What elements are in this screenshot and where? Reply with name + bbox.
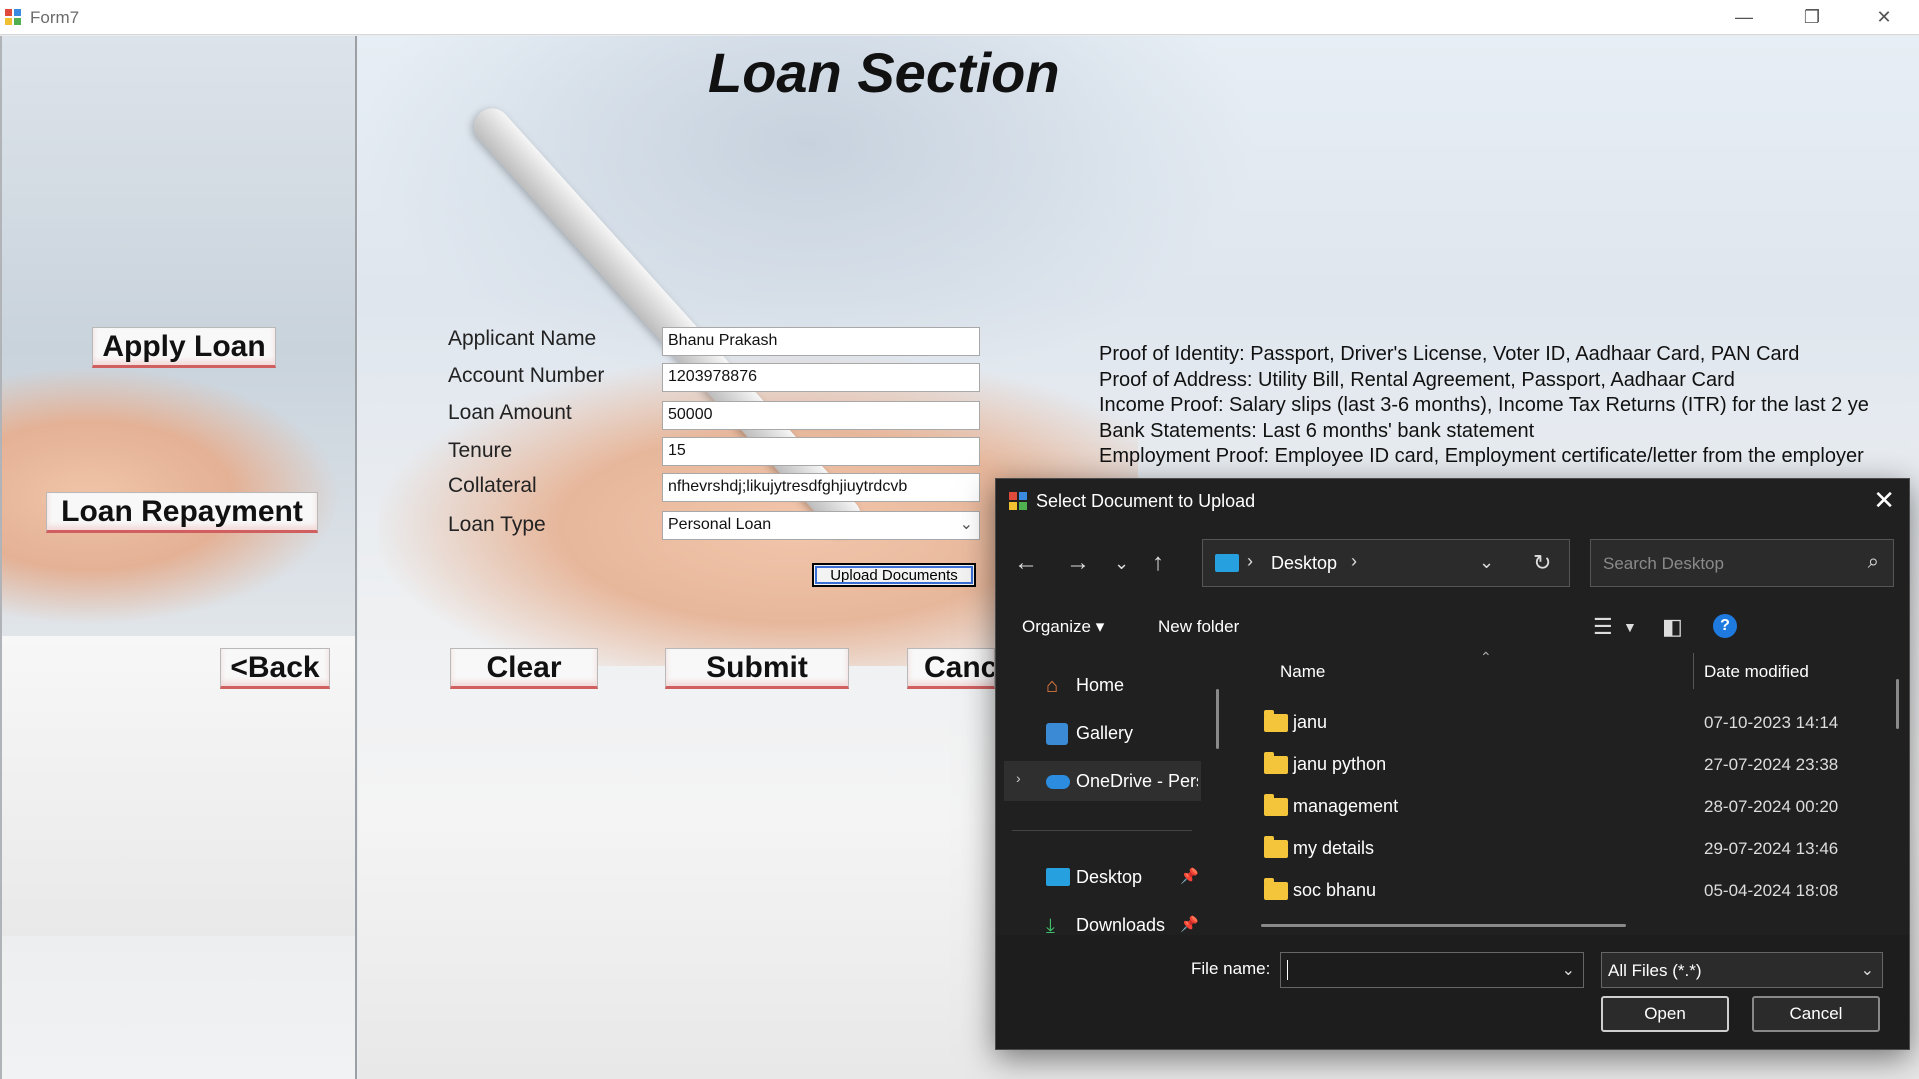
account-number-label: Account Number xyxy=(448,364,605,387)
cancel-button[interactable]: Canc xyxy=(907,648,995,689)
preview-pane-icon[interactable]: ◧ xyxy=(1662,614,1683,640)
vertical-scrollbar[interactable] xyxy=(1896,679,1899,729)
loan-amount-field[interactable]: 50000 xyxy=(662,401,980,430)
loan-repayment-button[interactable]: Loan Repayment xyxy=(46,492,318,533)
folder-icon xyxy=(1264,836,1288,858)
collateral-label: Collateral xyxy=(448,474,537,497)
file-open-dialog: Select Document to Upload ✕ ← → ⌄ ↑ › De… xyxy=(995,478,1910,1050)
file-date: 05-04-2024 18:08 xyxy=(1704,881,1839,900)
dialog-title: Select Document to Upload xyxy=(1036,491,1256,511)
folder-icon xyxy=(1264,878,1288,900)
chevron-right-icon: › xyxy=(1247,551,1253,571)
loan-type-select[interactable]: Personal Loan ⌄ xyxy=(662,511,980,540)
applicant-name-field[interactable]: Bhanu Prakash xyxy=(662,327,980,356)
file-name-input[interactable]: ⌄ xyxy=(1280,952,1584,988)
file-date: 28-07-2024 00:20 xyxy=(1704,797,1839,816)
loan-amount-label: Loan Amount xyxy=(448,401,572,424)
chevron-down-icon[interactable]: ⌄ xyxy=(1562,960,1575,980)
loan-type-label: Loan Type xyxy=(448,513,546,536)
folder-icon xyxy=(1264,710,1288,732)
chevron-down-icon[interactable]: ⌄ xyxy=(1479,552,1494,573)
minimize-button[interactable]: — xyxy=(1710,0,1778,34)
file-name-label: File name: xyxy=(1191,959,1271,978)
document-requirements: Proof of Identity: Passport, Driver's Li… xyxy=(1099,342,1869,470)
search-input[interactable]: Search Desktop ⌕ xyxy=(1590,539,1894,587)
recent-locations-chevron-icon[interactable]: ⌄ xyxy=(1114,553,1129,574)
file-date: 27-07-2024 23:38 xyxy=(1704,755,1839,774)
chevron-right-icon[interactable]: › xyxy=(1351,551,1357,572)
close-window-button[interactable]: ✕ xyxy=(1850,0,1918,34)
search-placeholder: Search Desktop xyxy=(1603,554,1724,573)
collateral-field[interactable]: nfhevrshdj;likujytresdfghjiuytrdcvb xyxy=(662,473,980,502)
downloads-icon: ⤓ xyxy=(1046,915,1055,937)
left-nav-panel xyxy=(0,36,357,1079)
restore-button[interactable]: ❐ xyxy=(1778,0,1846,34)
loan-type-value: Personal Loan xyxy=(668,516,772,533)
doc-requirement-line: Income Proof: Salary slips (last 3-6 mon… xyxy=(1099,394,1869,417)
chevron-down-icon: ⌄ xyxy=(959,516,973,533)
file-date: 07-10-2023 14:14 xyxy=(1704,713,1839,732)
file-type-select[interactable]: All Files (*.*) ⌄ xyxy=(1601,952,1883,988)
help-icon[interactable]: ? xyxy=(1713,614,1737,638)
nav-pane-downloads[interactable]: Downloads xyxy=(1076,915,1165,936)
file-date: 29-07-2024 13:46 xyxy=(1704,839,1839,858)
view-options-icon[interactable]: ☰ xyxy=(1593,614,1613,640)
submit-button[interactable]: Submit xyxy=(665,648,849,689)
new-folder-button[interactable]: New folder xyxy=(1158,617,1239,637)
file-name: janu xyxy=(1293,712,1328,732)
pin-icon: 📌 xyxy=(1180,916,1199,933)
table-row[interactable]: my details 29-07-2024 13:46 xyxy=(996,828,1911,868)
clear-button[interactable]: Clear xyxy=(450,648,598,689)
window-title-bar: Form7 — ❐ ✕ xyxy=(0,0,1919,35)
upload-documents-button[interactable]: Upload Documents xyxy=(812,563,976,587)
search-icon: ⌕ xyxy=(1867,551,1879,573)
open-button[interactable]: Open xyxy=(1601,996,1729,1032)
chevron-down-icon: ⌄ xyxy=(1860,962,1874,979)
back-button[interactable]: <Back xyxy=(220,648,330,689)
dialog-cancel-button[interactable]: Cancel xyxy=(1752,996,1880,1032)
desktop-location-icon xyxy=(1215,554,1239,572)
app-icon xyxy=(5,9,21,25)
folder-icon xyxy=(1264,752,1288,774)
address-bar[interactable]: › Desktop › ⌄ ↻ xyxy=(1202,539,1570,587)
up-arrow-icon[interactable]: ↑ xyxy=(1152,549,1164,577)
close-icon[interactable]: ✕ xyxy=(1873,485,1895,516)
file-type-value: All Files (*.*) xyxy=(1608,961,1702,980)
breadcrumb-desktop[interactable]: Desktop xyxy=(1271,553,1337,574)
nav-pane-home[interactable]: Home xyxy=(1076,675,1124,696)
text-caret xyxy=(1287,960,1288,980)
file-name: my details xyxy=(1293,838,1375,858)
page-title: Loan Section xyxy=(708,41,1060,104)
file-name: janu python xyxy=(1293,754,1387,774)
table-row[interactable]: management 28-07-2024 00:20 xyxy=(996,786,1911,826)
file-name: management xyxy=(1293,796,1399,816)
tenure-label: Tenure xyxy=(448,439,513,462)
sort-ascending-icon: ⌃ xyxy=(1480,649,1492,665)
organize-menu[interactable]: Organize ▾ xyxy=(1022,617,1104,637)
doc-requirement-line: Proof of Identity: Passport, Driver's Li… xyxy=(1099,343,1800,365)
account-number-field[interactable]: 1203978876 xyxy=(662,363,980,392)
forward-arrow-icon[interactable]: → xyxy=(1066,549,1090,577)
table-row[interactable]: soc bhanu 05-04-2024 18:08 xyxy=(996,870,1911,910)
horizontal-scrollbar[interactable] xyxy=(1261,924,1626,927)
doc-requirement-line: Employment Proof: Employee ID card, Empl… xyxy=(1099,445,1864,468)
applicant-name-label: Applicant Name xyxy=(448,327,597,350)
column-header-date-modified[interactable]: Date modified xyxy=(1704,662,1809,682)
refresh-icon[interactable]: ↻ xyxy=(1533,550,1551,576)
home-icon: ⌂ xyxy=(1046,675,1059,697)
doc-requirement-line: Bank Statements: Last 6 months' bank sta… xyxy=(1099,419,1535,442)
table-row[interactable]: janu 07-10-2023 14:14 xyxy=(996,702,1911,742)
tenure-field[interactable]: 15 xyxy=(662,437,980,466)
column-divider[interactable] xyxy=(1693,653,1694,689)
app-icon xyxy=(1009,492,1027,510)
table-row[interactable]: janu python 27-07-2024 23:38 xyxy=(996,744,1911,784)
window-title: Form7 xyxy=(30,8,80,27)
file-name: soc bhanu xyxy=(1293,880,1377,900)
folder-icon xyxy=(1264,794,1288,816)
back-arrow-icon[interactable]: ← xyxy=(1014,549,1038,577)
column-header-name[interactable]: Name xyxy=(1280,662,1325,682)
apply-loan-button[interactable]: Apply Loan xyxy=(92,327,276,368)
chevron-down-icon[interactable]: ▼ xyxy=(1623,619,1637,635)
doc-requirement-line: Proof of Address: Utility Bill, Rental A… xyxy=(1099,368,1735,391)
